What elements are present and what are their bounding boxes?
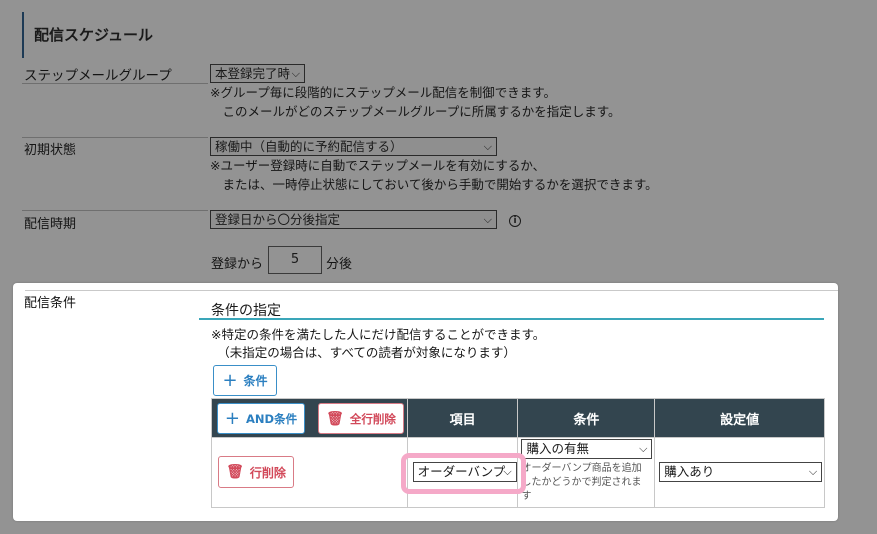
conditions-label: 配信条件 (24, 296, 77, 311)
and-condition-label: AND条件 (246, 411, 298, 426)
header-actions-cell: + AND条件 🗑 全行削除 (211, 398, 408, 438)
conditions-subtitle: 条件の指定 (211, 303, 281, 319)
trash-icon: 🗑 (226, 464, 244, 480)
delete-all-rows-button[interactable]: 🗑 全行削除 (318, 403, 404, 434)
minutes-input[interactable]: 5 (268, 246, 322, 274)
add-condition-label: 条件 (243, 374, 268, 388)
chevron-down-icon: ⌵ (639, 442, 648, 455)
initial-state-select[interactable]: 稼働中（自動的に予約配信する） ⌵ (210, 137, 497, 156)
delete-all-rows-label: 全行削除 (349, 411, 396, 426)
row-divider (22, 137, 208, 138)
value-select-value: 購入あり (664, 464, 715, 479)
delete-row-button[interactable]: 🗑 行削除 (218, 456, 294, 488)
conditions-note: ※特定の条件を満たした人にだけ配信することができます。 （未指定の場合は、すべて… (211, 327, 546, 360)
plus-icon: + (224, 407, 240, 429)
plus-icon: + (222, 369, 238, 391)
section-accent-bar (22, 12, 24, 58)
section-title: 配信スケジュール (34, 26, 153, 44)
group-note: ※グループ毎に段階的にステップメール配信を制御できます。 このメールがどのステッ… (210, 85, 621, 119)
chevron-down-icon: ⌵ (808, 465, 818, 478)
initial-label: 初期状態 (24, 143, 77, 158)
add-condition-button[interactable]: + 条件 (213, 365, 277, 396)
timing-select[interactable]: 登録日から〇分後指定 ⌵ (210, 210, 497, 229)
group-label: ステップメールグループ (24, 68, 172, 84)
subtitle-underline (199, 318, 824, 320)
card-divider (25, 290, 838, 291)
and-condition-button[interactable]: + AND条件 (217, 403, 305, 434)
condition-select[interactable]: 購入の有無 ⌵ (521, 439, 653, 459)
condition-select-value: 購入の有無 (526, 441, 589, 456)
chevron-down-icon: ⌵ (291, 67, 300, 80)
row-divider (22, 210, 208, 211)
header-item: 項目 (406, 398, 519, 438)
timing-from-label: 登録から (211, 257, 264, 272)
chevron-down-icon: ⌵ (483, 213, 492, 226)
condition-note: オーダーバンプ商品を追加 したかどうかで判定されま す (521, 463, 642, 502)
initial-note: ※ユーザー登録時に自動でステップメールを有効にするか、 または、一時停止状態にし… (210, 158, 658, 192)
row-actions-cell: 🗑 行削除 (211, 437, 408, 508)
timing-select-value: 登録日から〇分後指定 (215, 212, 341, 227)
group-select[interactable]: 本登録完了時 ⌵ (210, 64, 305, 83)
info-icon[interactable]: i (509, 215, 521, 227)
timing-after-label: 分後 (326, 257, 353, 272)
table-header-row: + AND条件 🗑 全行削除 項目 条件 設定値 (211, 398, 825, 438)
trash-icon: 🗑 (326, 410, 344, 427)
chevron-down-icon: ⌵ (483, 140, 492, 153)
group-select-value: 本登録完了時 (215, 66, 291, 81)
header-condition: 条件 (517, 398, 656, 438)
highlight-ring (401, 453, 526, 494)
header-value: 設定値 (654, 398, 825, 438)
timing-label: 配信時期 (24, 217, 77, 232)
value-select[interactable]: 購入あり ⌵ (659, 462, 823, 482)
value-cell: 購入あり ⌵ (654, 437, 825, 508)
delete-row-label: 行削除 (249, 465, 286, 480)
condition-cell: 購入の有無 ⌵ オーダーバンプ商品を追加 したかどうかで判定されま す (517, 437, 656, 508)
initial-state-select-value: 稼働中（自動的に予約配信する） (215, 139, 403, 154)
